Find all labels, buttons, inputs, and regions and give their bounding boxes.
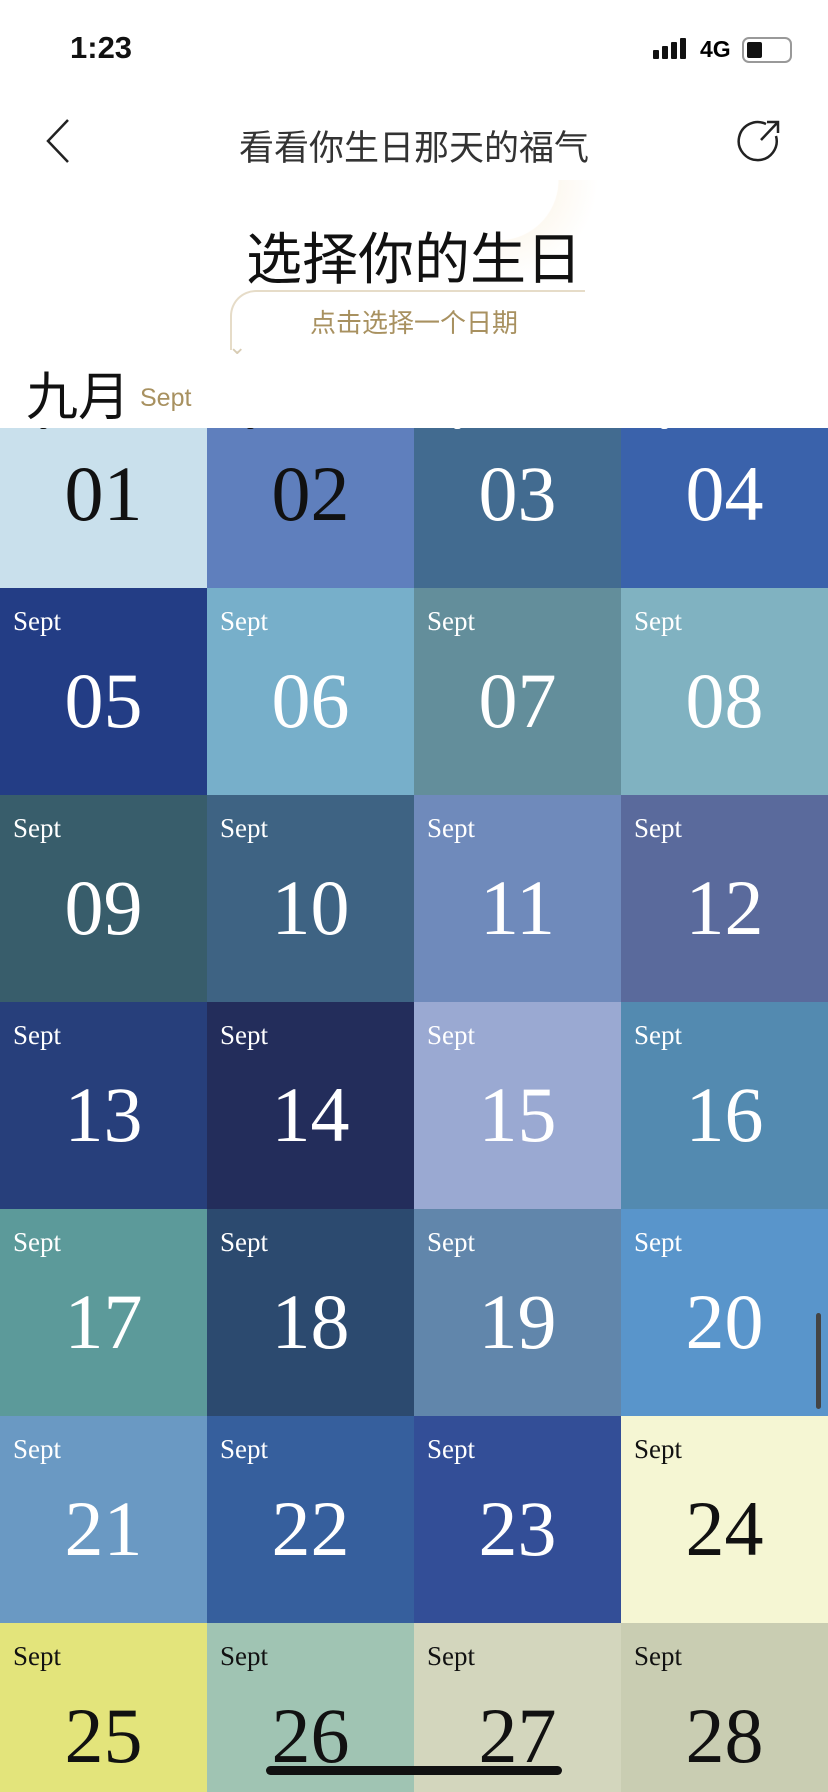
- date-cell[interactable]: Sept 07: [414, 588, 621, 795]
- cell-day: 16: [685, 1071, 764, 1158]
- cell-day: 03: [478, 450, 557, 537]
- cell-month: Sept: [220, 1020, 269, 1050]
- date-cell[interactable]: Sept 10: [207, 795, 414, 1002]
- date-cell[interactable]: Sept 02: [207, 428, 414, 588]
- cell-day: 28: [685, 1692, 764, 1779]
- cell-day: 10: [271, 864, 350, 951]
- cell-month: Sept: [220, 813, 269, 843]
- cell-month: Sept: [427, 1227, 476, 1257]
- cell-month: Sept: [220, 1641, 269, 1671]
- date-cell[interactable]: Sept 13: [0, 1002, 207, 1209]
- cell-day: 12: [685, 864, 764, 951]
- date-cell[interactable]: Sept 04: [621, 428, 828, 588]
- cell-month: Sept: [634, 1434, 683, 1464]
- cell-month: Sept: [13, 813, 62, 843]
- date-cell[interactable]: Sept 03: [414, 428, 621, 588]
- cell-day: 17: [64, 1278, 143, 1365]
- date-cell[interactable]: Sept 05: [0, 588, 207, 795]
- month-label-en: Sept: [140, 384, 192, 412]
- cell-day: 01: [64, 450, 143, 537]
- scrollbar[interactable]: [816, 1313, 821, 1409]
- cell-day: 06: [271, 657, 350, 744]
- cell-month: Sept: [634, 1020, 683, 1050]
- cell-month: Sept: [427, 606, 476, 636]
- cell-day: 14: [271, 1071, 350, 1158]
- date-cell[interactable]: Sept 19: [414, 1209, 621, 1416]
- date-cell[interactable]: Sept 28: [621, 1623, 828, 1792]
- month-label: 九月: [26, 369, 131, 427]
- hint-text: 点击选择一个日期: [309, 308, 518, 338]
- status-bar: 1:23 4G: [0, 0, 828, 95]
- date-cell[interactable]: Sept 18: [207, 1209, 414, 1416]
- cell-month: Sept: [13, 606, 62, 636]
- cell-month: Sept: [634, 428, 682, 430]
- cell-month: Sept: [13, 1434, 62, 1464]
- cell-month: Sept: [427, 1020, 476, 1050]
- cell-month: Sept: [427, 428, 475, 430]
- date-cell[interactable]: Sept 17: [0, 1209, 207, 1416]
- cell-month: Sept: [220, 1434, 269, 1464]
- signal-icon: [653, 38, 686, 59]
- cell-month: Sept: [427, 1434, 476, 1464]
- cell-day: 09: [64, 864, 143, 951]
- date-cell[interactable]: Sept 09: [0, 795, 207, 1002]
- cell-month: Sept: [13, 1020, 62, 1050]
- cell-day: 15: [478, 1071, 557, 1158]
- date-cell[interactable]: Sept 16: [621, 1002, 828, 1209]
- cell-month: Sept: [634, 1641, 683, 1671]
- share-icon[interactable]: [736, 118, 782, 164]
- cell-month: Sept: [634, 813, 683, 843]
- cell-month: Sept: [220, 428, 268, 430]
- cell-month: Sept: [634, 1227, 683, 1257]
- cell-day: 25: [64, 1692, 143, 1779]
- cell-day: 22: [271, 1485, 350, 1572]
- date-cell[interactable]: Sept 24: [621, 1416, 828, 1623]
- cell-day: 18: [271, 1278, 350, 1365]
- cell-day: 21: [64, 1485, 143, 1572]
- cell-day: 02: [271, 450, 350, 537]
- date-cell[interactable]: Sept 11: [414, 795, 621, 1002]
- cell-day: 04: [685, 450, 764, 537]
- clock: 1:23: [70, 30, 133, 65]
- cell-day: 11: [479, 864, 556, 951]
- battery-icon: [742, 37, 792, 63]
- date-cell[interactable]: Sept 21: [0, 1416, 207, 1623]
- cell-day: 20: [685, 1278, 764, 1365]
- date-cell[interactable]: Sept 23: [414, 1416, 621, 1623]
- date-cell[interactable]: Sept 12: [621, 795, 828, 1002]
- date-cell[interactable]: Sept 01: [0, 428, 207, 588]
- date-cell[interactable]: Sept 20: [621, 1209, 828, 1416]
- date-cell[interactable]: Sept 08: [621, 588, 828, 795]
- cell-day: 05: [64, 657, 143, 744]
- date-cell[interactable]: Sept 22: [207, 1416, 414, 1623]
- date-cell[interactable]: Sept 15: [414, 1002, 621, 1209]
- cell-month: Sept: [427, 813, 476, 843]
- cell-month: Sept: [13, 1641, 62, 1671]
- cell-day: 19: [478, 1278, 557, 1365]
- cell-month: Sept: [220, 1227, 269, 1257]
- cell-day: 23: [478, 1485, 557, 1572]
- page-title: 看看你生日那天的福气: [238, 129, 589, 168]
- cell-day: 24: [685, 1485, 764, 1572]
- date-cell[interactable]: Sept 14: [207, 1002, 414, 1209]
- cell-month: Sept: [13, 428, 61, 430]
- network-type: 4G: [700, 36, 731, 62]
- date-cell[interactable]: Sept 06: [207, 588, 414, 795]
- cell-day: 13: [64, 1071, 143, 1158]
- cell-month: Sept: [220, 606, 269, 636]
- cell-month: Sept: [427, 1641, 476, 1671]
- cell-day: 07: [478, 657, 557, 744]
- home-indicator: [266, 1766, 562, 1775]
- date-cell[interactable]: Sept 25: [0, 1623, 207, 1792]
- cell-month: Sept: [13, 1227, 62, 1257]
- date-grid: Sept01Sept02Sept03Sept04Sept05Sept06Sept…: [0, 428, 828, 1792]
- cell-day: 08: [685, 657, 764, 744]
- cell-month: Sept: [634, 606, 683, 636]
- section-heading: 选择你的生日: [246, 230, 582, 292]
